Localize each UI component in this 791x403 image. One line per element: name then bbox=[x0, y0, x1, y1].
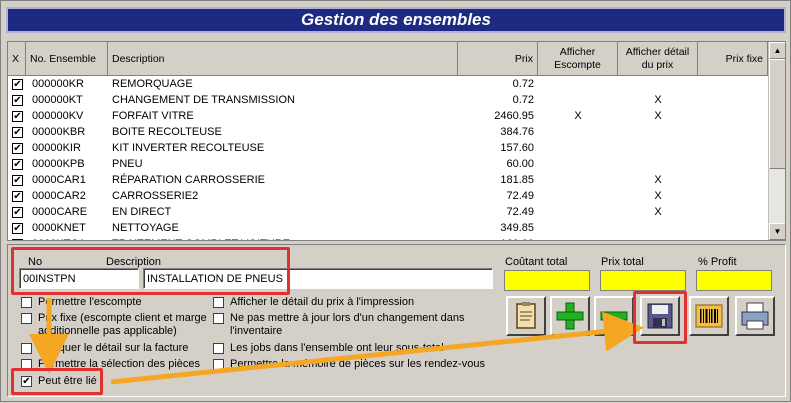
highlight-peut-etre-lie bbox=[11, 368, 103, 395]
arrow-to-save bbox=[110, 311, 644, 385]
highlight-save-button bbox=[633, 291, 687, 344]
highlight-no-description bbox=[11, 247, 290, 295]
window: Gestion des ensembles X No. Ensemble Des… bbox=[0, 0, 791, 402]
